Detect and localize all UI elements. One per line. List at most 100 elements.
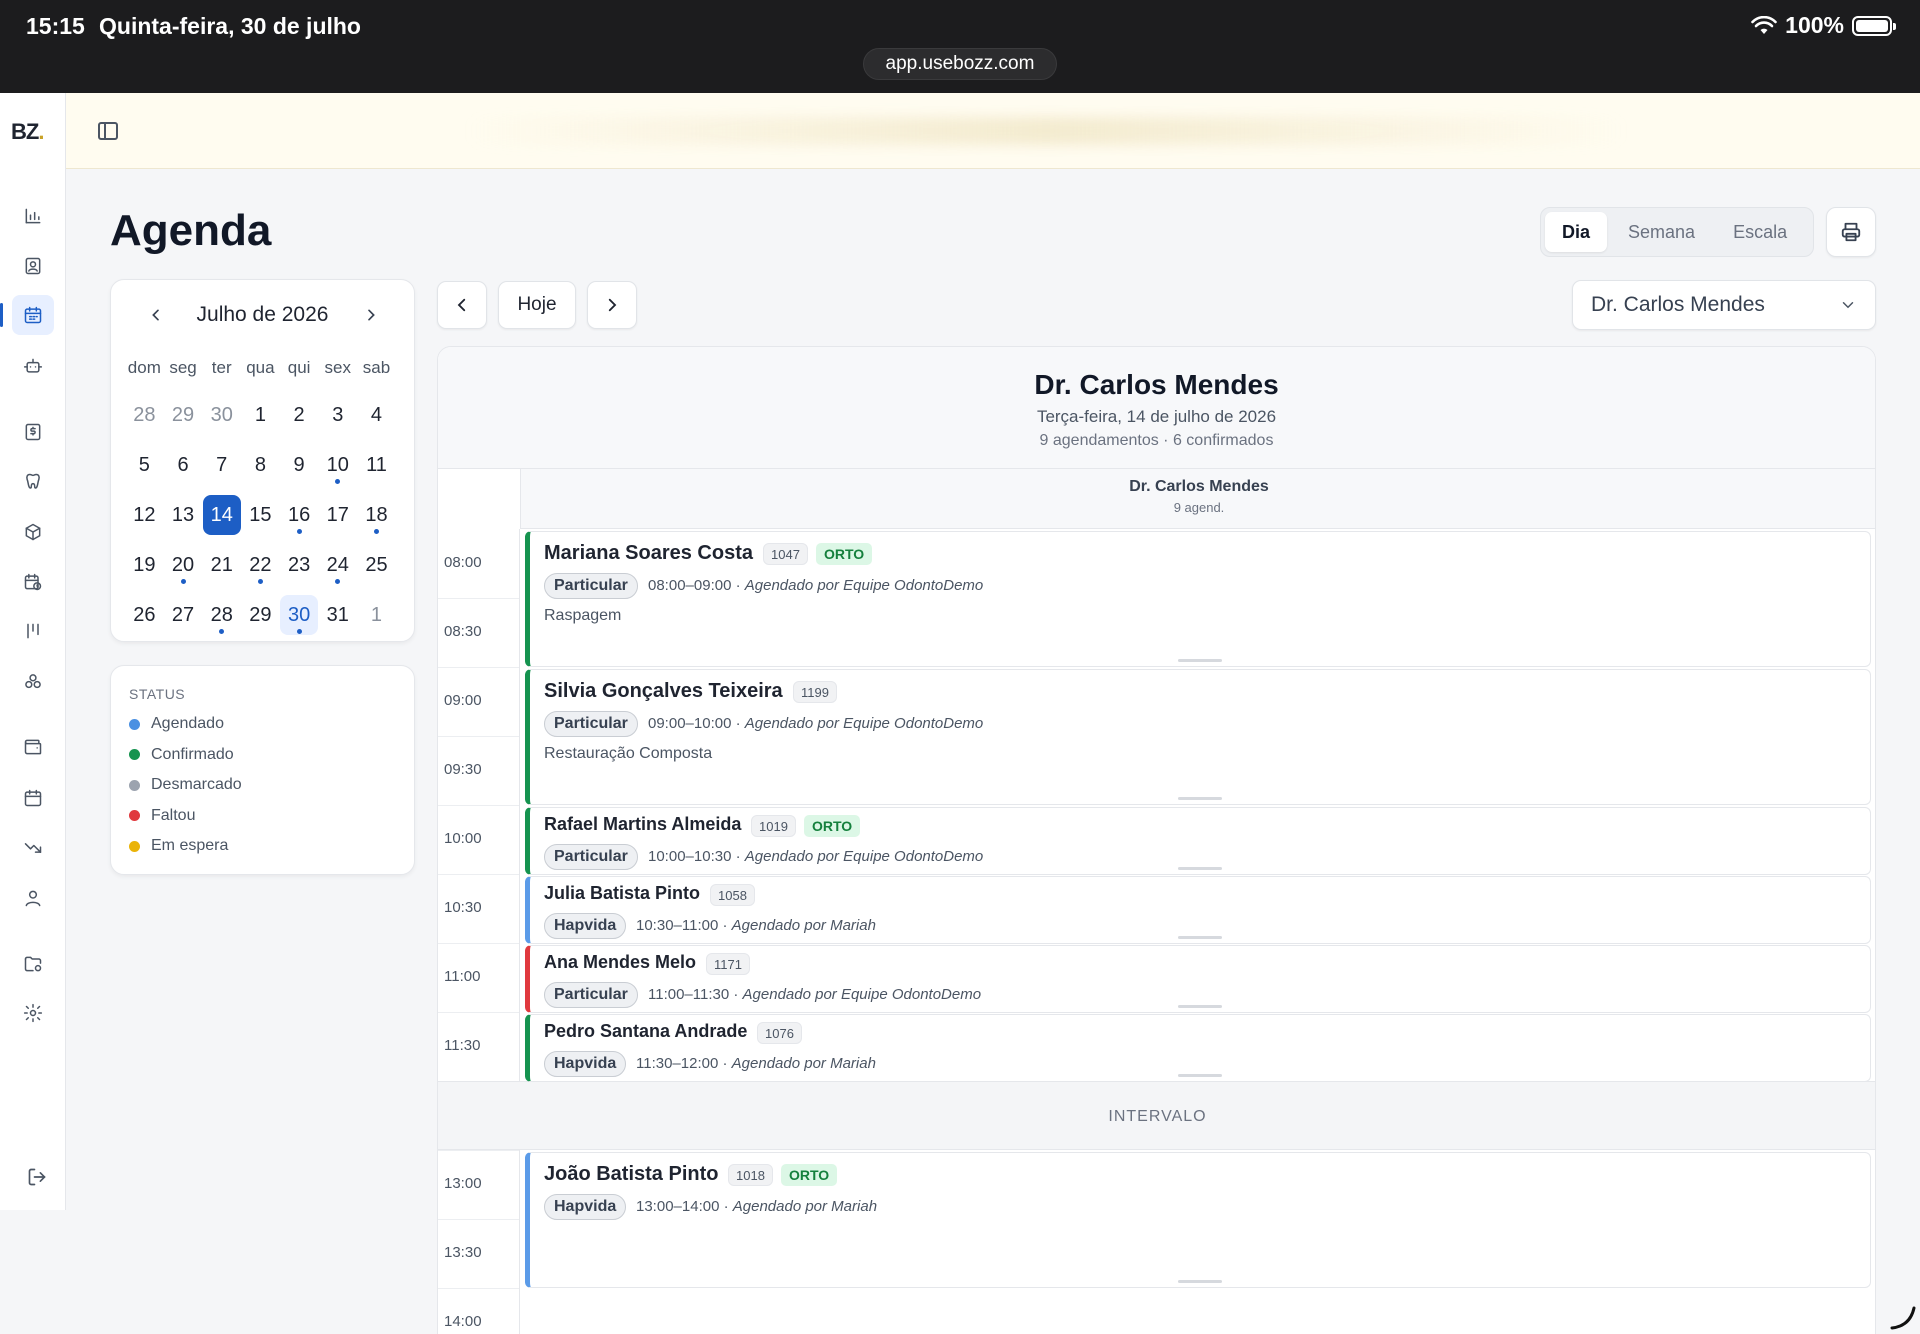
prev-day-button[interactable] (437, 281, 487, 329)
calendar-day[interactable]: 20 (164, 540, 203, 590)
calendar-day[interactable]: 22 (241, 540, 280, 590)
calendar-day[interactable]: 7 (202, 440, 241, 490)
calendar-day[interactable]: 15 (241, 490, 280, 540)
status-color-swatch (129, 718, 140, 730)
calendar-day-today[interactable]: 30 (280, 590, 319, 640)
folder-settings-icon[interactable] (12, 944, 54, 984)
kanban-icon[interactable] (12, 611, 54, 651)
calendar-day[interactable]: 1 (241, 390, 280, 440)
patient-name[interactable]: Silvia Gonçalves Teixeira (544, 680, 783, 703)
calendar-day[interactable]: 13 (164, 490, 203, 540)
package-icon[interactable] (12, 512, 54, 552)
calendar-day[interactable]: 8 (241, 440, 280, 490)
tooth-icon[interactable] (12, 462, 54, 502)
robot-icon[interactable] (12, 346, 54, 386)
finance-icon[interactable] (12, 412, 54, 452)
calendar-day[interactable]: 27 (164, 590, 203, 640)
calendar-day[interactable]: 10 (318, 440, 357, 490)
patient-code-badge: 1199 (793, 681, 837, 703)
calendar-day[interactable]: 31 (318, 590, 357, 640)
calendar-day-selected[interactable]: 14 (202, 490, 241, 540)
patient-name[interactable]: Julia Batista Pinto (544, 883, 700, 904)
patient-code-badge: 1076 (757, 1022, 802, 1044)
clinics-icon[interactable] (12, 662, 54, 702)
calendar-day[interactable]: 29 (164, 390, 203, 440)
calendar-day[interactable]: 24 (318, 540, 357, 590)
patient-name[interactable]: João Batista Pinto (544, 1163, 718, 1186)
patients-icon[interactable] (12, 246, 54, 286)
ortho-tag: ORTO (804, 815, 861, 837)
appointment-time: 13:00–14:00 (636, 1198, 720, 1215)
appointment-card[interactable]: Rafael Martins Almeida 1019 ORTO Particular… (525, 807, 1871, 875)
next-month-button[interactable] (356, 300, 386, 330)
trend-down-icon[interactable] (12, 828, 54, 868)
calendar-day[interactable]: 3 (318, 390, 357, 440)
appointment-card[interactable]: Ana Mendes Melo 1171 Particular 11:00–11:30… (525, 945, 1871, 1013)
resize-handle[interactable] (1178, 1280, 1222, 1283)
patient-name[interactable]: Pedro Santana Andrade (544, 1021, 747, 1042)
blurred-banner-content (466, 117, 1626, 145)
logout-icon[interactable] (16, 1157, 58, 1197)
next-day-button[interactable] (587, 281, 637, 329)
today-button[interactable]: Hoje (498, 281, 576, 329)
calendar-icon[interactable] (0, 295, 54, 335)
view-week-tab[interactable]: Semana (1611, 212, 1712, 252)
calendar-day[interactable]: 18 (357, 490, 396, 540)
doctor-select[interactable]: Dr. Carlos Mendes (1572, 280, 1876, 330)
resize-handle[interactable] (1178, 1005, 1222, 1008)
resize-handle[interactable] (1178, 659, 1222, 662)
calendar-day[interactable]: 2 (280, 390, 319, 440)
calendar-day[interactable]: 6 (164, 440, 203, 490)
status-legend-item: Em espera (129, 837, 228, 855)
booked-by: Agendado por Equipe OdontoDemo (744, 715, 984, 732)
calendar-day[interactable]: 23 (280, 540, 319, 590)
resize-handle[interactable] (1178, 797, 1222, 800)
resize-handle[interactable] (1178, 936, 1222, 939)
view-scale-tab[interactable]: Escala (1716, 212, 1804, 252)
calendar-alt-icon[interactable] (12, 778, 54, 818)
calendar-day[interactable]: 30 (202, 390, 241, 440)
calendar-day[interactable]: 29 (241, 590, 280, 640)
resize-handle[interactable] (1178, 1074, 1222, 1077)
sidebar-toggle-icon[interactable] (96, 119, 120, 143)
booked-by: Agendado por Mariah (731, 917, 876, 934)
wallet-icon[interactable] (12, 727, 54, 767)
patient-name[interactable]: Mariana Soares Costa (544, 542, 753, 565)
print-button[interactable] (1826, 207, 1876, 257)
weekday-label: sab (362, 358, 391, 377)
schedule-clock-icon[interactable] (12, 562, 54, 602)
appointment-card[interactable]: João Batista Pinto 1018 ORTO Hapvida 13:00–1… (525, 1152, 1871, 1288)
status-color-swatch (129, 840, 140, 852)
appointment-card[interactable]: Silvia Gonçalves Teixeira 1199 Particular 0… (525, 669, 1871, 805)
calendar-day[interactable]: 16 (280, 490, 319, 540)
appointment-card[interactable]: Pedro Santana Andrade 1076 Hapvida 11:30–12… (525, 1014, 1871, 1082)
app-logo[interactable]: BZ. (11, 119, 44, 145)
user-icon[interactable] (12, 878, 54, 918)
appointment-card[interactable]: Julia Batista Pinto 1058 Hapvida 10:30–11:0… (525, 876, 1871, 944)
calendar-day[interactable]: 21 (202, 540, 241, 590)
calendar-day[interactable]: 26 (125, 590, 164, 640)
calendar-day[interactable]: 1 (357, 590, 396, 640)
appointment-card[interactable]: Mariana Soares Costa 1047 ORTO Particular 08… (525, 531, 1871, 667)
booked-by: Agendado por Mariah (732, 1198, 878, 1215)
calendar-day[interactable]: 9 (280, 440, 319, 490)
settings-icon[interactable] (12, 993, 54, 1033)
booked-by: Agendado por Equipe OdontoDemo (742, 986, 982, 1003)
dashboard-chart-icon[interactable] (12, 196, 54, 236)
calendar-day[interactable]: 28 (202, 590, 241, 640)
patient-name[interactable]: Ana Mendes Melo (544, 952, 696, 973)
view-day-tab[interactable]: Dia (1545, 212, 1608, 252)
calendar-day[interactable]: 12 (125, 490, 164, 540)
url-bar[interactable]: app.usebozz.com (863, 48, 1057, 80)
resize-handle[interactable] (1178, 867, 1222, 870)
calendar-day[interactable]: 5 (125, 440, 164, 490)
calendar-day[interactable]: 4 (357, 390, 396, 440)
calendar-day[interactable]: 19 (125, 540, 164, 590)
calendar-day[interactable]: 17 (318, 490, 357, 540)
slot-divider (438, 1288, 519, 1289)
patient-name[interactable]: Rafael Martins Almeida (544, 814, 741, 835)
calendar-day[interactable]: 28 (125, 390, 164, 440)
column-doctor-name: Dr. Carlos Mendes (1129, 478, 1269, 495)
calendar-day[interactable]: 25 (357, 540, 396, 590)
calendar-day[interactable]: 11 (357, 440, 396, 490)
